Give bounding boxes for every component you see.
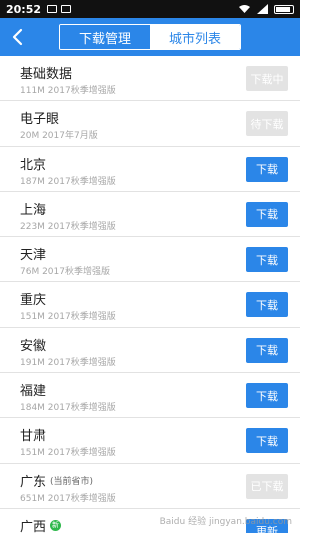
download-button[interactable]: 下载: [246, 292, 288, 318]
list-item: 重庆 151M 2017秋季增强版 下载: [0, 282, 300, 328]
tab-download-manager[interactable]: 下载管理: [60, 25, 150, 49]
list-item: 北京 187M 2017秋季增强版 下载: [0, 147, 300, 192]
back-button[interactable]: [6, 24, 28, 50]
city-list: 基础数据 111M 2017秋季增强版 下载中 电子眼 20M 2017年7月版…: [0, 56, 300, 533]
item-name: 安徽: [20, 338, 47, 354]
status-time: 20:52: [6, 2, 42, 16]
wifi-icon: [239, 5, 250, 13]
item-name: 广东: [20, 474, 47, 490]
image-icon: [61, 5, 72, 13]
nav-bar: 下载管理 城市列表: [0, 18, 300, 56]
item-name: 重庆: [20, 293, 47, 309]
item-meta: 191M 2017秋季增强版: [20, 357, 116, 368]
status-bar: 20:52: [0, 0, 300, 18]
signal-icon: [257, 4, 268, 14]
tab-city-list[interactable]: 城市列表: [150, 25, 240, 49]
watermark: Baidu 经验 jingyan.baidu.com: [159, 517, 292, 527]
download-button[interactable]: 下载: [246, 156, 288, 182]
list-item: 广东 (当前省市) 651M 2017秋季增强版 已下载: [0, 464, 300, 509]
item-name: 北京: [20, 157, 47, 173]
item-name: 甘肃: [20, 429, 47, 445]
download-button[interactable]: 下载: [246, 383, 288, 409]
downloading-button[interactable]: 下载中: [246, 66, 288, 91]
item-meta: 151M 2017秋季增强版: [20, 312, 116, 323]
item-meta: 20M 2017年7月版: [20, 131, 98, 142]
list-item: 安徽 191M 2017秋季增强版 下载: [0, 328, 300, 374]
item-meta: 151M 2017秋季增强版: [20, 448, 116, 459]
item-name: 天津: [20, 248, 47, 264]
downloaded-button[interactable]: 已下载: [246, 473, 288, 499]
item-meta: 184M 2017秋季增强版: [20, 403, 116, 414]
item-meta: 111M 2017秋季增强版: [20, 86, 116, 96]
item-meta: 651M 2017秋季增强版: [20, 493, 116, 504]
current-province-tag: (当前省市): [50, 476, 94, 487]
item-meta: 223M 2017秋季增强版: [20, 221, 116, 232]
chevron-left-icon: [12, 28, 23, 46]
item-meta: 76M 2017秋季增强版: [20, 267, 110, 278]
segmented-tabs: 下载管理 城市列表: [59, 24, 241, 50]
item-name: 上海: [20, 202, 47, 218]
list-item: 电子眼 20M 2017年7月版 待下载: [0, 101, 300, 147]
item-name: 电子眼: [20, 112, 60, 128]
status-right-icons: [238, 4, 294, 14]
item-name: 基础数据: [20, 67, 73, 82]
pending-download-button[interactable]: 待下载: [246, 111, 288, 137]
download-button[interactable]: 下载: [246, 337, 288, 363]
list-item: 福建 184M 2017秋季增强版 下载: [0, 373, 300, 419]
item-name: 福建: [20, 384, 47, 400]
item-meta: 187M 2017秋季增强版: [20, 176, 116, 187]
item-name: 广西: [20, 519, 47, 533]
battery-icon: [274, 4, 294, 14]
status-left-icons: [47, 5, 72, 13]
download-button[interactable]: 下载: [246, 201, 288, 227]
image-icon: [47, 5, 58, 13]
list-item: 上海 223M 2017秋季增强版 下载: [0, 192, 300, 238]
download-button[interactable]: 下载: [246, 247, 288, 273]
download-button[interactable]: 下载: [246, 428, 288, 454]
list-item: 天津 76M 2017秋季增强版 下载: [0, 237, 300, 283]
new-badge: 新: [50, 519, 62, 531]
list-item: 基础数据 111M 2017秋季增强版 下载中: [0, 56, 300, 102]
list-item: 甘肃 151M 2017秋季增强版 下载: [0, 418, 300, 464]
